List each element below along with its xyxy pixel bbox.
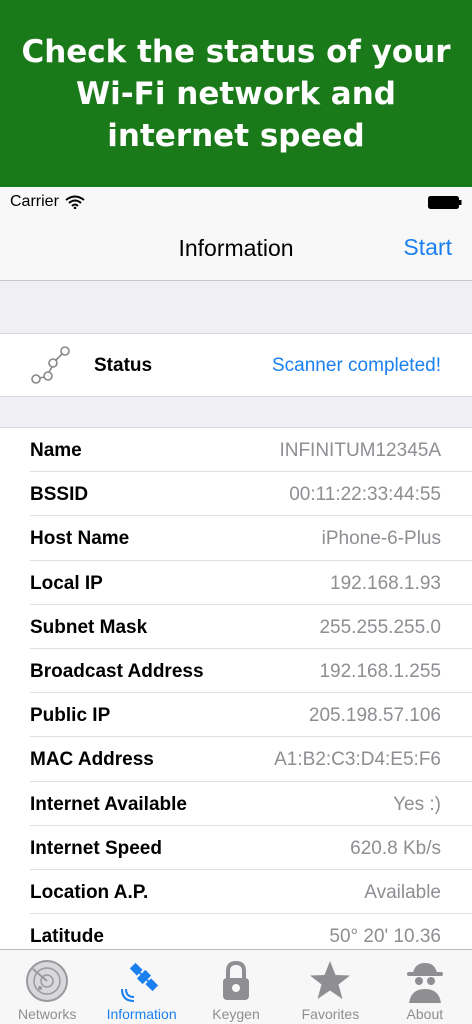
spy-icon bbox=[406, 963, 443, 1003]
tab-label: Information bbox=[106, 1006, 177, 1022]
status-label: Status bbox=[94, 355, 153, 376]
star-icon bbox=[310, 961, 351, 999]
info-value: iPhone-6-Plus bbox=[321, 528, 441, 550]
scanner-status-row: Status Scanner completed! bbox=[0, 333, 472, 397]
info-row-location-ap: Location A.P. Available bbox=[30, 870, 472, 915]
info-label: Public IP bbox=[30, 705, 111, 727]
tab-about[interactable]: About bbox=[378, 950, 472, 1024]
tab-bar: Networks Information Keygen Favorites Ab… bbox=[0, 949, 472, 1024]
info-value: 205.198.57.106 bbox=[308, 705, 441, 727]
info-row-public-ip: Public IP 205.198.57.106 bbox=[30, 693, 472, 738]
tab-label: Favorites bbox=[301, 1006, 360, 1022]
info-label: MAC Address bbox=[30, 749, 154, 771]
tab-keygen[interactable]: Keygen bbox=[189, 950, 283, 1024]
tab-networks[interactable]: Networks bbox=[0, 950, 94, 1024]
info-row-internet-speed: Internet Speed 620.8 Kb/s bbox=[30, 826, 472, 870]
info-label: BSSID bbox=[30, 484, 89, 506]
info-row-host-name: Host Name iPhone-6-Plus bbox=[30, 516, 472, 561]
info-label: Host Name bbox=[30, 528, 130, 550]
tab-label: Networks bbox=[18, 1006, 77, 1022]
info-value: 192.168.1.255 bbox=[319, 660, 441, 682]
info-value: 620.8 Kb/s bbox=[350, 837, 441, 859]
info-label: Internet Speed bbox=[30, 837, 162, 859]
status-value: Scanner completed! bbox=[272, 355, 441, 376]
info-row-internet-available: Internet Available Yes :) bbox=[30, 782, 472, 826]
info-value: Yes :) bbox=[393, 793, 441, 815]
info-value: 192.168.1.93 bbox=[330, 572, 441, 594]
network-path-icon bbox=[31, 346, 70, 384]
info-value: A1:B2:C3:D4:E5:F6 bbox=[274, 749, 441, 771]
start-button[interactable]: Start bbox=[403, 234, 452, 261]
tab-label: About bbox=[406, 1006, 444, 1022]
info-label: Subnet Mask bbox=[30, 616, 148, 638]
carrier-label: Carrier bbox=[10, 193, 59, 210]
navigation-bar: Information Start bbox=[0, 217, 472, 281]
tab-favorites[interactable]: Favorites bbox=[283, 950, 377, 1024]
info-label: Broadcast Address bbox=[30, 660, 204, 682]
wifi-icon bbox=[65, 195, 85, 209]
info-label: Latitude bbox=[30, 926, 104, 948]
info-row-name: Name INFINITUM12345A bbox=[30, 428, 472, 473]
padlock-icon bbox=[223, 960, 250, 1000]
promo-banner-text: Check the status of your Wi-Fi network a… bbox=[21, 33, 451, 154]
info-value: 50° 20' 10.36 bbox=[329, 926, 441, 948]
info-row-latitude: Latitude 50° 20' 10.36 bbox=[30, 914, 472, 949]
info-label: Name bbox=[30, 440, 82, 461]
radar-icon bbox=[26, 960, 69, 1002]
status-bar: Carrier bbox=[0, 187, 472, 217]
network-info-list: Name INFINITUM12345A BSSID 00:11:22:33:4… bbox=[0, 427, 472, 949]
info-row-local-ip: Local IP 192.168.1.93 bbox=[30, 561, 472, 605]
info-label: Location A.P. bbox=[30, 881, 149, 903]
satellite-icon bbox=[120, 962, 158, 1002]
info-value: 255.255.255.0 bbox=[319, 616, 441, 638]
info-label: Local IP bbox=[30, 572, 103, 594]
info-label: Internet Available bbox=[30, 793, 187, 815]
info-row-broadcast-address: Broadcast Address 192.168.1.255 bbox=[30, 649, 472, 694]
promo-banner: Check the status of your Wi-Fi network a… bbox=[0, 0, 472, 187]
info-value: Available bbox=[364, 881, 441, 903]
page-title: Information bbox=[178, 235, 294, 261]
tab-label: Keygen bbox=[212, 1006, 260, 1022]
info-value: INFINITUM12345A bbox=[279, 440, 441, 461]
info-row-subnet-mask: Subnet Mask 255.255.255.0 bbox=[30, 605, 472, 649]
info-row-mac-address: MAC Address A1:B2:C3:D4:E5:F6 bbox=[30, 737, 472, 782]
battery-icon bbox=[428, 196, 462, 209]
info-value: 00:11:22:33:44:55 bbox=[289, 484, 441, 506]
tab-information[interactable]: Information bbox=[94, 950, 188, 1024]
info-row-bssid: BSSID 00:11:22:33:44:55 bbox=[30, 472, 472, 517]
